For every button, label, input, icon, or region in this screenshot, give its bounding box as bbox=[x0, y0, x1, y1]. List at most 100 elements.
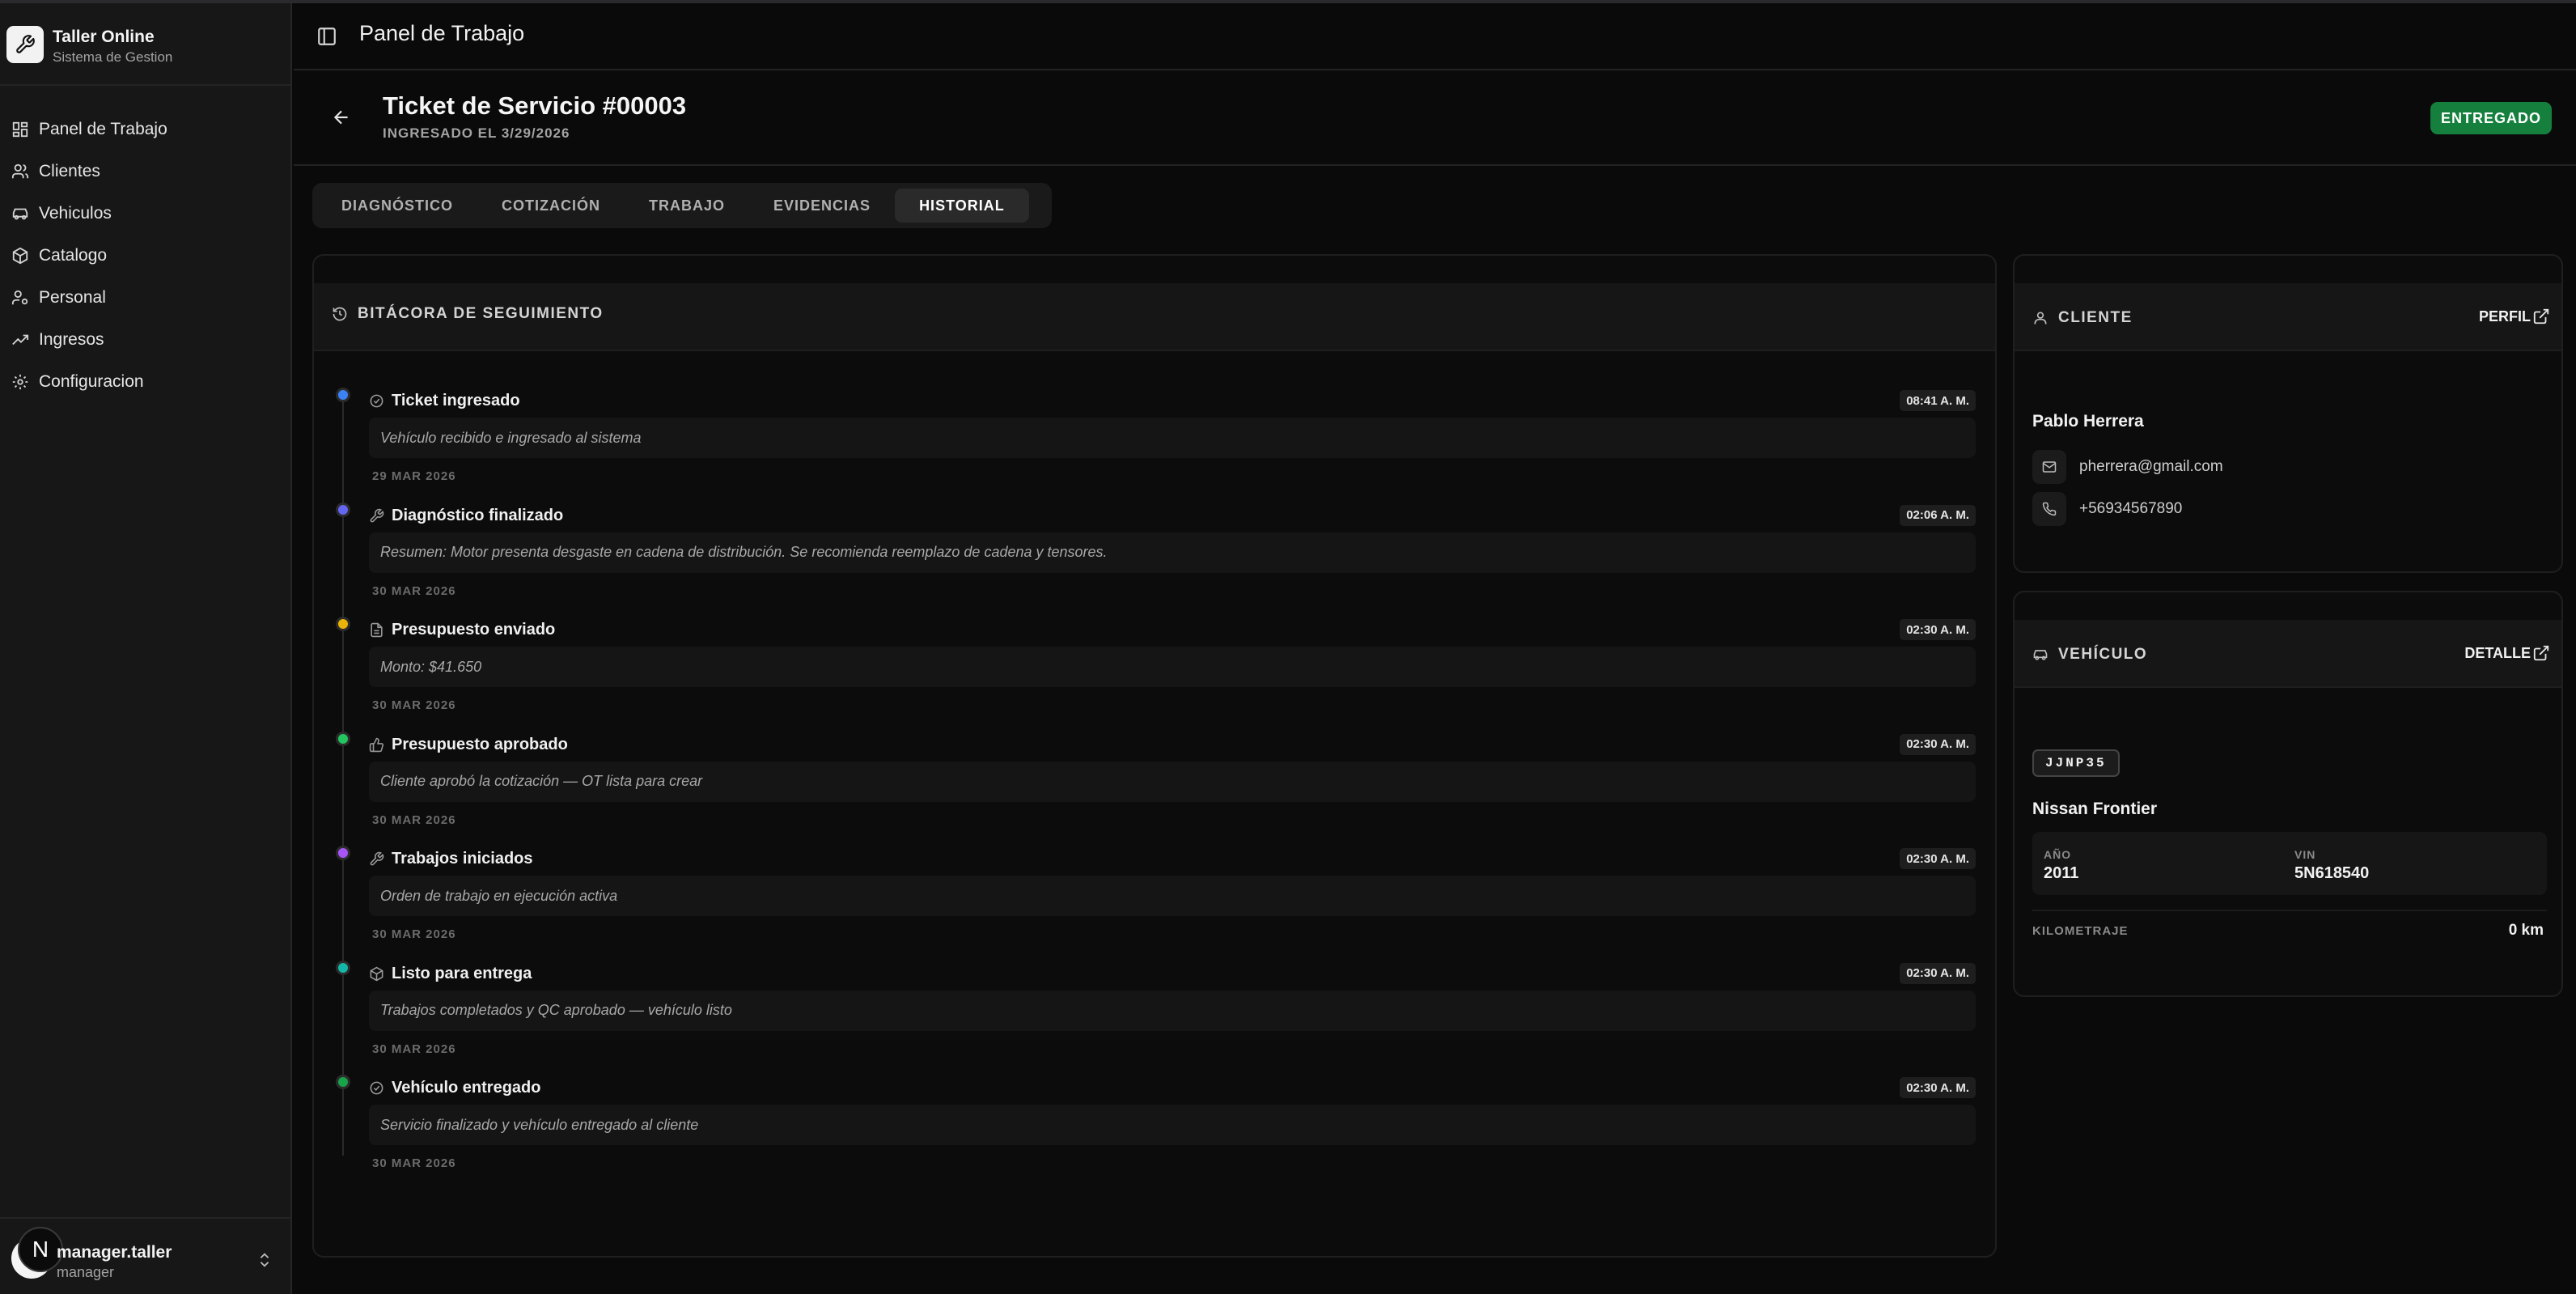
log-card-title: BITÁCORA DE SEGUIMIENTO bbox=[358, 305, 604, 322]
ticket-title: Ticket de Servicio #00003 bbox=[383, 91, 687, 120]
timeline-event: Presupuesto enviado 02:30 A. M. Monto: $41… bbox=[314, 614, 1995, 730]
timeline-event: Presupuesto aprobado 02:30 A. M. Cliente a… bbox=[314, 729, 1995, 845]
sidebar-item-label: Configuracion bbox=[39, 372, 144, 391]
sidebar-nav: Panel de Trabajo Clientes Vehiculos Cata… bbox=[8, 108, 283, 403]
external-link-icon[interactable] bbox=[2532, 308, 2550, 325]
event-date: 30 MAR 2026 bbox=[372, 927, 456, 941]
client-section-title: CLIENTE bbox=[2058, 309, 2133, 326]
event-title: Diagnóstico finalizado bbox=[392, 506, 564, 524]
back-arrow-icon[interactable] bbox=[331, 107, 352, 128]
timeline-event: Ticket ingresado 08:41 A. M. Vehículo reci… bbox=[314, 385, 1995, 501]
event-time: 02:30 A. M. bbox=[1900, 733, 1976, 755]
vehicle-name: Nissan Frontier bbox=[2032, 800, 2158, 818]
profile-link[interactable]: PERFIL bbox=[2479, 308, 2531, 325]
thumbs-up-icon bbox=[369, 737, 384, 752]
check-circle-icon bbox=[370, 394, 383, 408]
event-time: 02:06 A. M. bbox=[1900, 504, 1976, 526]
sidebar-item-ingresos[interactable]: Ingresos bbox=[8, 319, 283, 361]
mileage-label: KILOMETRAJE bbox=[2032, 924, 2129, 938]
event-time: 02:30 A. M. bbox=[1900, 962, 1976, 984]
tab-historial[interactable]: HISTORIAL bbox=[895, 189, 1029, 223]
event-title: Ticket ingresado bbox=[392, 392, 520, 409]
event-time: 02:30 A. M. bbox=[1900, 848, 1976, 869]
wrench-logo-icon bbox=[6, 26, 44, 63]
event-date: 30 MAR 2026 bbox=[372, 1156, 456, 1170]
sidebar-toggle-icon[interactable] bbox=[316, 26, 337, 47]
package-icon bbox=[12, 247, 28, 265]
user-icon bbox=[2034, 312, 2047, 325]
app-title: Taller Online bbox=[53, 28, 155, 46]
sidebar-item-clientes[interactable]: Clientes bbox=[8, 151, 283, 193]
trending-up-icon bbox=[12, 334, 29, 346]
sidebar-item-label: Clientes bbox=[39, 162, 100, 180]
user-menu[interactable]: N manager.taller manager bbox=[8, 1227, 283, 1283]
event-date: 29 MAR 2026 bbox=[372, 469, 456, 483]
status-dot bbox=[336, 388, 350, 402]
sidebar-item-label: Catalogo bbox=[39, 246, 108, 265]
tab-cotizacion[interactable]: COTIZACIÓN bbox=[477, 189, 625, 223]
client-email-row: pherrera@gmail.com bbox=[2032, 450, 2223, 484]
page-title: Panel de Trabajo bbox=[359, 21, 525, 45]
status-dot bbox=[336, 731, 350, 746]
client-email[interactable]: pherrera@gmail.com bbox=[2079, 458, 2223, 476]
sidebar-item-catalogo[interactable]: Catalogo bbox=[8, 235, 283, 277]
brand[interactable]: Taller Online Sistema de Gestion bbox=[6, 21, 282, 70]
sidebar-item-configuracion[interactable]: Configuracion bbox=[8, 361, 283, 403]
wrench-icon bbox=[370, 508, 384, 522]
event-date: 30 MAR 2026 bbox=[372, 1042, 456, 1056]
gear-icon bbox=[12, 374, 28, 390]
mileage-value: 0 km bbox=[2508, 922, 2544, 939]
event-date: 30 MAR 2026 bbox=[372, 812, 456, 827]
history-icon bbox=[333, 307, 347, 321]
vin-label: VIN bbox=[2294, 848, 2316, 861]
status-badge: ENTREGADO bbox=[2430, 102, 2552, 134]
ticket-tabs: DIAGNÓSTICO COTIZACIÓN TRABAJO EVIDENCIA… bbox=[312, 183, 1052, 228]
event-title: Presupuesto aprobado bbox=[392, 735, 568, 753]
tab-evidencias[interactable]: EVIDENCIAS bbox=[749, 189, 895, 223]
status-dot bbox=[336, 960, 350, 975]
tab-trabajo[interactable]: TRABAJO bbox=[625, 189, 749, 223]
users-icon bbox=[11, 163, 29, 179]
status-dot bbox=[336, 1075, 350, 1089]
vehicle-card-header: VEHÍCULO DETALLE bbox=[2015, 620, 2561, 688]
sidebar-item-personal[interactable]: Personal bbox=[8, 277, 283, 319]
user-role: manager bbox=[57, 1264, 115, 1280]
timeline-event: Diagnóstico finalizado 02:06 A. M. Resumen… bbox=[314, 500, 1995, 616]
wrench-icon bbox=[370, 851, 384, 866]
car-icon bbox=[2033, 650, 2048, 660]
client-name: Pablo Herrera bbox=[2032, 412, 2144, 431]
event-date: 30 MAR 2026 bbox=[372, 583, 456, 598]
sidebar-item-panel-de-trabajo[interactable]: Panel de Trabajo bbox=[8, 108, 283, 151]
event-description: Vehículo recibido e ingresado al sistema bbox=[369, 418, 1976, 458]
sidebar-item-label: Panel de Trabajo bbox=[39, 120, 167, 138]
vehicle-detail-link[interactable]: DETALLE bbox=[2464, 645, 2531, 662]
timeline-event: Trabajos iniciados 02:30 A. M. Orden de tr… bbox=[314, 843, 1995, 959]
event-time: 08:41 A. M. bbox=[1900, 390, 1976, 411]
log-card-header: BITÁCORA DE SEGUIMIENTO bbox=[314, 283, 1995, 351]
sidebar-footer-divider bbox=[0, 1217, 290, 1219]
event-description: Resumen: Motor presenta desgaste en cade… bbox=[369, 532, 1976, 573]
license-plate: JJNP35 bbox=[2032, 749, 2120, 777]
event-title: Vehículo entregado bbox=[392, 1079, 541, 1097]
tab-diagnostico[interactable]: DIAGNÓSTICO bbox=[317, 189, 477, 223]
document-icon bbox=[371, 622, 383, 638]
check-circle-icon bbox=[370, 1081, 383, 1095]
chevrons-up-down-icon[interactable] bbox=[256, 1251, 273, 1269]
event-title: Trabajos iniciados bbox=[392, 850, 533, 868]
year-value: 2011 bbox=[2044, 864, 2079, 882]
sidebar-item-vehiculos[interactable]: Vehiculos bbox=[8, 193, 283, 235]
external-link-icon[interactable] bbox=[2532, 644, 2550, 662]
status-dot bbox=[336, 846, 350, 860]
event-description: Trabajos completados y QC aprobado — veh… bbox=[369, 990, 1976, 1031]
ticket-date: INGRESADO EL 3/29/2026 bbox=[383, 125, 570, 141]
timeline-event: Listo para entrega 02:30 A. M. Trabajos co… bbox=[314, 958, 1995, 1074]
client-phone-row: +56934567890 bbox=[2032, 492, 2182, 526]
mileage-divider bbox=[2032, 910, 2547, 911]
vehicle-card: VEHÍCULO DETALLE JJNP35 Nissan Frontier … bbox=[2013, 591, 2563, 997]
client-phone[interactable]: +56934567890 bbox=[2079, 500, 2182, 518]
app-subtitle: Sistema de Gestion bbox=[53, 49, 173, 65]
event-title: Presupuesto enviado bbox=[392, 621, 556, 639]
phone-icon bbox=[2032, 492, 2066, 526]
sidebar: Taller Online Sistema de Gestion Panel d… bbox=[0, 3, 292, 1294]
status-dot bbox=[336, 502, 350, 517]
